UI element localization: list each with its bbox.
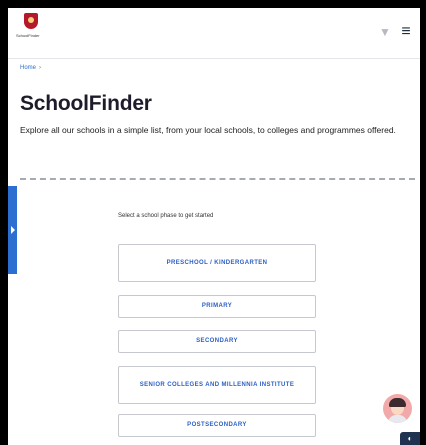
phase-button-senior-colleges[interactable]: Senior Colleges and Millennia Institute: [118, 366, 316, 404]
avatar-hair: [389, 398, 406, 407]
intro-text: Explore all our schools in a simple list…: [20, 125, 396, 135]
accessibility-icon[interactable]: ◐: [400, 432, 420, 445]
phase-button-primary[interactable]: Primary: [118, 295, 316, 318]
crest-icon: [24, 13, 38, 29]
breadcrumb-separator: ›: [39, 65, 42, 71]
site-logo[interactable]: SchoolFinder: [16, 13, 42, 51]
phase-button-preschool[interactable]: Preschool / Kindergarten: [118, 244, 316, 282]
breadcrumb: Home ›: [20, 65, 41, 71]
page-title: SchoolFinder: [20, 92, 152, 115]
phase-button-postsecondary[interactable]: Postsecondary: [118, 414, 316, 437]
page-frame: SchoolFinder ▼ ≡ Home › SchoolFinder Expl…: [8, 8, 420, 445]
breadcrumb-home-link[interactable]: Home: [20, 65, 36, 71]
avatar-body: [388, 415, 407, 423]
phase-button-secondary[interactable]: Secondary: [118, 330, 316, 353]
logo-text: SchoolFinder: [16, 33, 40, 38]
search-icon[interactable]: ▼: [378, 25, 392, 39]
menu-icon[interactable]: ≡: [399, 24, 413, 40]
chat-assistant-avatar[interactable]: [383, 394, 412, 423]
selection-prompt: Select a school phase to get started: [118, 213, 214, 219]
side-panel-toggle[interactable]: [8, 186, 17, 274]
site-header: SchoolFinder ▼ ≡: [8, 8, 420, 59]
divider: [20, 178, 415, 180]
